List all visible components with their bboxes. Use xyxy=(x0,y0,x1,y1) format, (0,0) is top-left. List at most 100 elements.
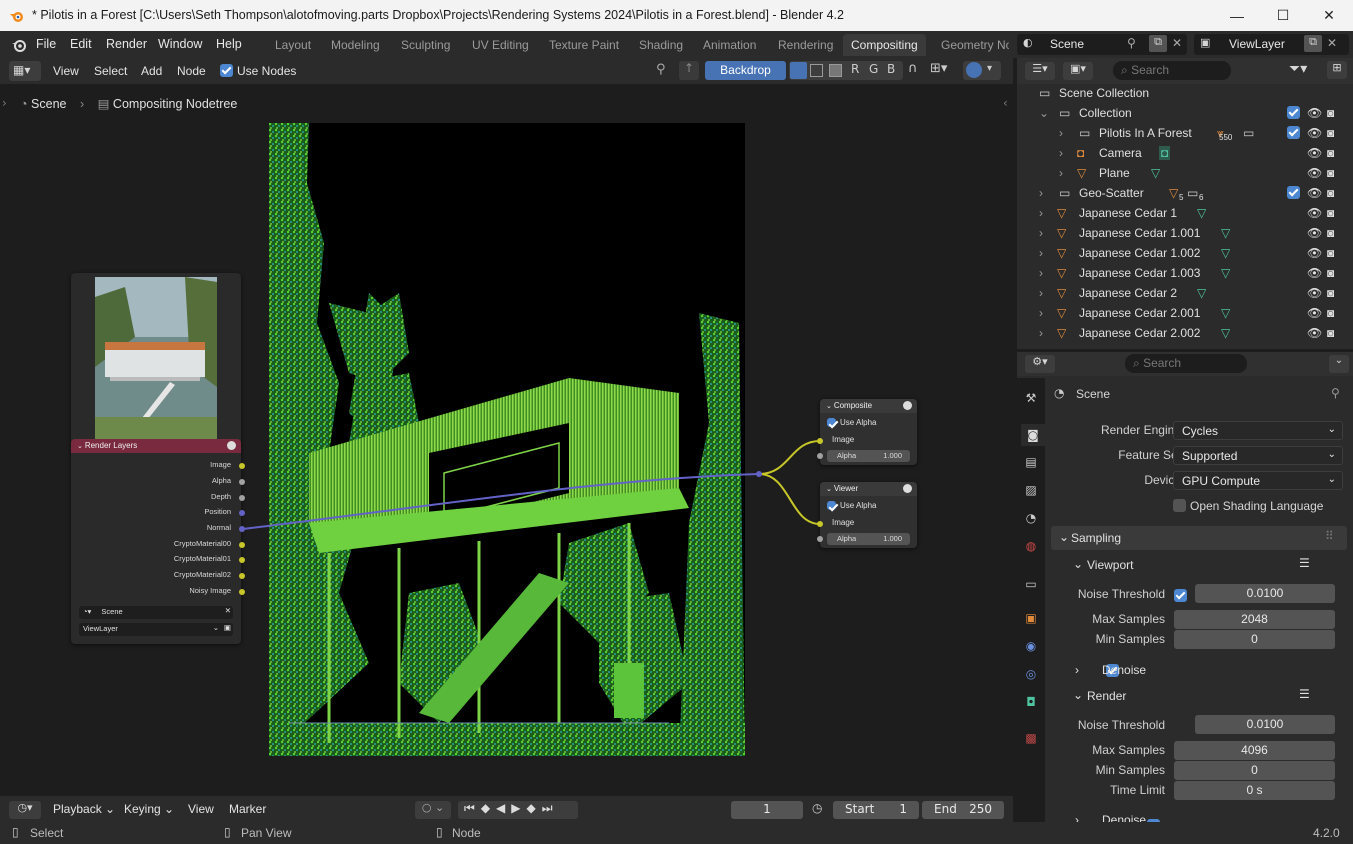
tab-animation[interactable]: Animation xyxy=(695,34,764,56)
composite-use-alpha[interactable]: Use Alpha xyxy=(827,418,876,427)
pin-icon[interactable]: ⚲ xyxy=(1127,36,1136,50)
camera-render-icon[interactable]: ◙ xyxy=(1327,166,1334,180)
viewer-alpha-field[interactable]: Alpha 1.000 xyxy=(827,533,910,545)
stopwatch-icon[interactable]: ◷ xyxy=(812,801,822,815)
composite-use-alpha-checkbox[interactable] xyxy=(827,418,836,427)
socket-cryptomaterial02[interactable] xyxy=(239,573,245,579)
composite-header[interactable]: ⌄ Composite xyxy=(820,399,917,413)
chevron-right-icon[interactable]: › xyxy=(1039,226,1043,240)
color-alpha-icon[interactable] xyxy=(790,62,807,79)
overlay-icon[interactable] xyxy=(966,62,982,78)
auto-keying-icon[interactable]: ○ ⌄ xyxy=(415,801,451,819)
outliner-row-camera[interactable]: › ◘ Camera ◘ 👁 ◙ xyxy=(1017,144,1353,164)
outliner-row-geo-scatter[interactable]: › ▭ Geo-Scatter ▽ 5 ▭ 6 👁 ◙ xyxy=(1017,184,1353,204)
scene-selector[interactable]: ◐ Scene ⚲ ⧉ ✕ xyxy=(1017,34,1187,55)
eye-icon[interactable]: 👁 xyxy=(1307,326,1322,340)
vp-denoise-subpanel-title[interactable]: Denoise xyxy=(1102,663,1146,677)
camera-render-icon[interactable]: ◙ xyxy=(1327,306,1334,320)
r-min-samples-field[interactable]: 0 xyxy=(1174,761,1335,780)
eye-icon[interactable]: 👁 xyxy=(1307,246,1322,260)
viewlayer-field[interactable]: ViewLayer ⌄ ▣ xyxy=(79,623,233,636)
chevron-right-icon[interactable]: › xyxy=(1059,126,1063,140)
vp-max-samples-field[interactable]: 2048 xyxy=(1174,610,1335,629)
alpha-icon[interactable] xyxy=(829,64,842,77)
eye-icon[interactable]: 👁 xyxy=(1307,106,1322,120)
keying-menu[interactable]: Keying ⌄ xyxy=(119,800,179,818)
vp-noise-threshold-checkbox[interactable] xyxy=(1174,589,1187,602)
channel-b[interactable]: B xyxy=(887,62,895,76)
outliner-row-scene-collection[interactable]: ▭ Scene Collection xyxy=(1017,84,1353,104)
tab-compositing[interactable]: Compositing xyxy=(843,34,926,56)
new-scene-icon[interactable]: ⧉ xyxy=(1149,35,1167,52)
remove-viewlayer-icon[interactable]: ✕ xyxy=(1327,36,1337,50)
outliner-search-input[interactable]: ⌕ Search xyxy=(1113,61,1231,80)
marker-menu[interactable]: Marker xyxy=(224,800,271,818)
outliner-row-cedar-2-002[interactable]: › ▽ Japanese Cedar 2.002 ▽ 👁 ◙ xyxy=(1017,324,1353,344)
node-editor-canvas[interactable]: ◔ Scene › ▤ Compositing Nodetree › ‹ ⌄ R… xyxy=(0,84,1013,796)
socket-depth[interactable] xyxy=(239,495,245,501)
r-denoise-subpanel-title[interactable]: Denoise xyxy=(1102,813,1146,822)
data-tab-icon[interactable]: ◘ xyxy=(1021,692,1041,712)
jump-start-icon[interactable]: ⏮ xyxy=(464,801,481,815)
maximize-button[interactable]: ☐ xyxy=(1260,0,1306,31)
feature-set-dropdown[interactable]: Supported ⌄ xyxy=(1173,446,1343,465)
camera-render-icon[interactable]: ◙ xyxy=(1327,126,1334,140)
sampling-panel-header[interactable]: ⌄ Sampling ⠿ xyxy=(1051,526,1347,550)
camera-render-icon[interactable]: ◙ xyxy=(1327,326,1334,340)
camera-render-icon[interactable]: ◙ xyxy=(1327,246,1334,260)
eye-icon[interactable]: 👁 xyxy=(1307,206,1322,220)
osl-toggle[interactable]: Open Shading Language xyxy=(1173,499,1323,513)
pin-icon[interactable]: ⚲ xyxy=(656,62,666,77)
tab-sculpting[interactable]: Sculpting xyxy=(393,34,458,56)
tab-uv-editing[interactable]: UV Editing xyxy=(464,34,537,56)
render-engine-dropdown[interactable]: Cycles ⌄ xyxy=(1173,421,1343,440)
outliner-row-cedar-1-001[interactable]: › ▽ Japanese Cedar 1.001 ▽ 👁 ◙ xyxy=(1017,224,1353,244)
render-tab-icon[interactable]: ◙ xyxy=(1021,424,1045,446)
menu-add[interactable]: Add xyxy=(136,62,167,80)
drag-handle-icon[interactable]: ⠿ xyxy=(1325,529,1334,543)
object-tab-icon[interactable]: ▣ xyxy=(1021,608,1041,628)
blender-menu-icon[interactable] xyxy=(11,37,27,53)
menu-window[interactable]: Window xyxy=(158,37,202,51)
menu-edit[interactable]: Edit xyxy=(70,37,92,51)
close-button[interactable]: ✕ xyxy=(1306,0,1352,31)
play-reverse-icon[interactable]: ◀ xyxy=(496,801,511,815)
outliner-row-pilotis[interactable]: › ▭ Pilotis In A Forest ⩔ 550 ▭ 👁 ◙ xyxy=(1017,124,1353,144)
viewer-socket-alpha[interactable] xyxy=(817,536,823,542)
chevron-right-icon[interactable]: › xyxy=(1039,246,1043,260)
current-frame-field[interactable]: 1 xyxy=(731,801,803,819)
play-icon[interactable]: ▶ xyxy=(511,801,526,815)
tab-modeling[interactable]: Modeling xyxy=(323,34,388,56)
render-layers-node[interactable]: ⌄ Render Layers Image Alpha Depth Positi… xyxy=(71,273,245,644)
backdrop-toggle[interactable]: Backdrop xyxy=(705,61,786,80)
collection-tab-icon[interactable]: ▭ xyxy=(1021,574,1041,594)
camera-render-icon[interactable]: ◙ xyxy=(1327,286,1334,300)
chevron-right-icon[interactable]: › xyxy=(1059,166,1063,180)
constraints-tab-icon[interactable]: ◎ xyxy=(1021,664,1041,684)
tab-geometry-nodes[interactable]: Geometry No xyxy=(933,34,1009,56)
menu-render[interactable]: Render xyxy=(106,37,147,51)
outliner-row-cedar-2-001[interactable]: › ▽ Japanese Cedar 2.001 ▽ 👁 ◙ xyxy=(1017,304,1353,324)
camera-render-icon[interactable]: ◙ xyxy=(1327,266,1334,280)
color-icon[interactable] xyxy=(810,64,823,77)
editor-type-icon[interactable]: ▦▾ xyxy=(9,61,41,81)
r-max-samples-field[interactable]: 4096 xyxy=(1174,741,1335,760)
composite-socket-image[interactable] xyxy=(817,438,823,444)
minimize-button[interactable]: — xyxy=(1214,0,1260,31)
chevron-right-icon[interactable]: › xyxy=(1075,663,1079,677)
viewer-socket-image[interactable] xyxy=(817,521,823,527)
socket-noisy-image[interactable] xyxy=(239,589,245,595)
viewer-node[interactable]: ⌄ Viewer Use Alpha Image Alpha 1.000 xyxy=(817,482,917,548)
chevron-right-icon[interactable]: › xyxy=(1039,306,1043,320)
chevron-right-icon[interactable]: › xyxy=(1039,326,1043,340)
outliner-editor-type-icon[interactable]: ☰▾ xyxy=(1025,62,1055,80)
channel-g[interactable]: G xyxy=(869,62,878,76)
scene-tab-icon[interactable]: ◔ xyxy=(1021,508,1041,528)
use-nodes-toggle[interactable]: Use Nodes xyxy=(215,62,301,80)
eye-icon[interactable]: 👁 xyxy=(1307,126,1322,140)
chevron-down-icon[interactable]: ⌄ xyxy=(1073,557,1083,571)
outliner-row-cedar-1[interactable]: › ▽ Japanese Cedar 1 ▽ 👁 ◙ xyxy=(1017,204,1353,224)
render-icon[interactable]: ▣ xyxy=(224,623,231,632)
pin-icon[interactable]: ⚲ xyxy=(1331,386,1340,400)
timeline-editor-type-icon[interactable]: ◷▾ xyxy=(9,801,41,819)
